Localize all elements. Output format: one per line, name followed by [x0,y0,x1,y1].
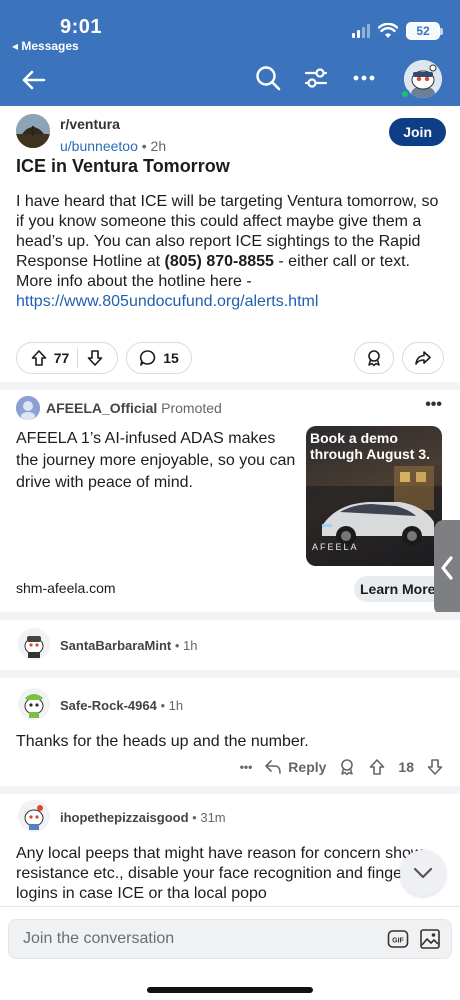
post-body: I have heard that ICE will be targeting … [16,192,448,312]
section-divider [0,382,460,390]
ad-more-options-icon[interactable]: ••• [425,396,442,414]
vote-divider [77,348,79,368]
comment-author[interactable]: Safe-Rock-4964 [60,698,157,713]
back-to-messages[interactable]: ◂ Messages [12,39,79,53]
sort-filter-icon[interactable] [302,64,330,92]
hotline-phone: (805) 870-8855 [164,253,274,270]
award-icon[interactable] [338,758,356,776]
section-divider [0,612,460,620]
comment-composer[interactable]: Join the conversation GIF [8,919,452,959]
upvote-count: 77 [53,350,70,366]
comment-score: 18 [398,759,414,775]
share-button[interactable] [402,342,444,374]
back-arrow-icon[interactable] [18,64,50,96]
post-header: r/ventura u/bunneetoo • 2h Join [16,114,446,158]
ad-image-caption: Book a demo through August 3. [310,430,431,462]
comment-author-line: SantaBarbaraMint • 1h [60,638,198,653]
join-button[interactable]: Join [389,118,446,146]
comment-author-line: Safe-Rock-4964 • 1h [60,698,184,713]
image-icon[interactable] [419,928,441,950]
share-icon [415,351,431,365]
more-options-icon[interactable] [350,64,378,92]
chevron-down-icon [413,867,433,879]
section-divider [0,670,460,678]
vote-bar: 77 [16,342,118,374]
downvote-icon[interactable] [86,349,104,367]
gif-label: GIF [392,938,404,945]
section-divider [0,786,460,794]
search-icon[interactable] [254,64,282,92]
award-icon [368,350,380,367]
comments-button[interactable]: 15 [126,342,192,374]
advertiser-name[interactable]: AFEELA_Official [46,400,157,416]
comment-avatar[interactable] [18,688,50,720]
comment-text: Thanks for the heads up and the number. [16,733,309,750]
ad-image-brand: AFEELA [312,542,359,552]
comment-time: 1h [168,698,184,713]
wifi-icon [378,23,398,38]
battery-icon: 52 [406,22,443,40]
advertiser-avatar[interactable] [16,396,40,420]
status-time: 9:01 [60,16,103,38]
app-header: 9:01 ◂ Messages 52 [0,0,460,106]
comment-more-options[interactable]: ••• [240,760,253,774]
chevron-left-icon [441,556,453,580]
comment-time: 31m [200,810,226,825]
side-panel-tab[interactable] [434,520,460,616]
composer-bar: Join the conversation GIF [0,906,460,1000]
status-indicators: 52 [352,22,443,40]
subreddit-name[interactable]: r/ventura [60,116,120,132]
comment-count: 15 [163,350,179,366]
downvote-icon[interactable] [426,758,444,776]
comment-author-line: ihopethepizzaisgood • 31m [60,810,226,825]
post-title: ICE in Ventura Tomorrow [16,156,230,176]
reply-button[interactable]: Reply [264,759,326,775]
home-indicator [147,987,313,993]
comment-avatar[interactable] [18,800,50,832]
gif-icon[interactable]: GIF [387,928,409,950]
author-name[interactable]: u/bunneetoo [60,138,138,154]
comment-time: 1h [183,638,198,653]
cellular-signal-icon [352,24,370,38]
comment-bubble-icon [140,350,156,366]
reply-label: Reply [288,759,327,775]
promoted-label: Promoted [161,400,222,416]
ad-text[interactable]: AFEELA 1’s AI-infused ADAS makes the jou… [16,428,298,494]
subreddit-avatar[interactable] [16,114,50,148]
comment-author[interactable]: ihopethepizzaisgood [60,810,189,825]
comment-actions: ••• Reply 18 [240,758,444,776]
reply-icon [265,760,282,774]
upvote-icon[interactable] [30,349,48,367]
advertiser: AFEELA_Official Promoted [46,400,222,416]
comment-text: Any local peeps that might have reason f… [16,845,439,902]
comment-author[interactable]: SantaBarbaraMint [60,638,171,653]
composer-placeholder: Join the conversation [23,930,175,947]
ad-domain[interactable]: shm-afeela.com [16,580,116,596]
scroll-down-button[interactable] [400,850,446,896]
upvote-icon[interactable] [368,758,386,776]
post-author: u/bunneetoo • 2h [60,138,166,154]
online-status-dot [400,89,410,99]
comment-avatar[interactable] [18,628,50,660]
hotline-link[interactable]: https://www.805undocufund.org/alerts.htm… [16,293,318,310]
post-time: 2h [150,138,167,154]
award-button[interactable] [354,342,394,374]
post-separator: • [141,138,151,154]
ad-image[interactable]: Book a demo through August 3. AFEELA [306,426,442,566]
